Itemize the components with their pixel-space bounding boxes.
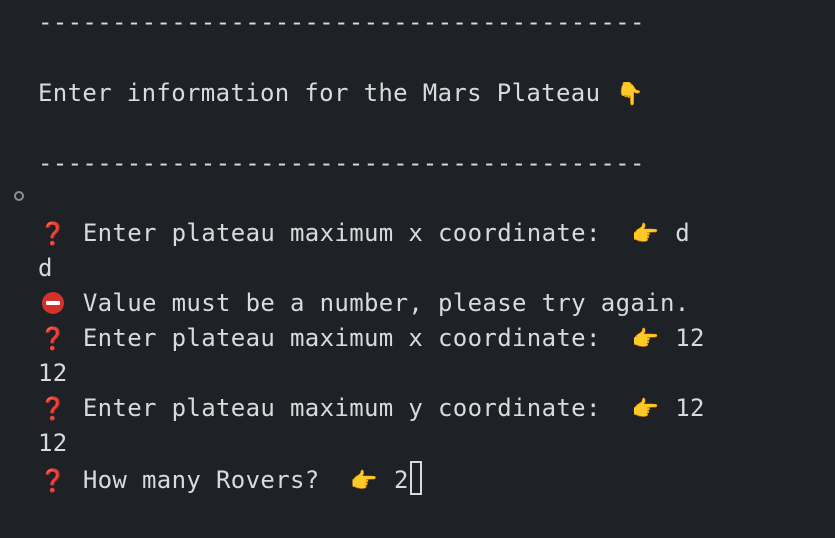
question-mark-icon: ❓ bbox=[39, 469, 67, 494]
separator-top: ----------------------------------------… bbox=[38, 8, 645, 36]
echo-line: 12 bbox=[38, 359, 68, 387]
question-mark-icon: ❓ bbox=[39, 397, 67, 422]
echo-line: d bbox=[38, 254, 53, 282]
prompt-text: How many Rovers? bbox=[82, 466, 320, 494]
rover-count-input[interactable]: 2 bbox=[394, 466, 409, 494]
prompt-marker-icon bbox=[14, 191, 24, 201]
text-cursor bbox=[409, 461, 422, 495]
heading-text: Enter information for the Mars Plateau bbox=[38, 79, 601, 107]
error-line: Value must be a number, please try again… bbox=[38, 286, 690, 321]
prompt-text: Enter plateau maximum y coordinate: bbox=[82, 394, 601, 422]
question-mark-icon: ❓ bbox=[39, 222, 67, 247]
question-mark-icon: ❓ bbox=[39, 327, 67, 352]
pointing-right-icon: 👉 bbox=[631, 222, 660, 247]
pointing-down-icon: 👇 bbox=[616, 82, 645, 107]
prompt-text: Enter plateau maximum x coordinate: bbox=[82, 219, 601, 247]
prompt-line: ❓ Enter plateau maximum y coordinate: 👉 … bbox=[38, 391, 705, 426]
prompt-answer: 12 bbox=[675, 394, 705, 422]
no-entry-icon bbox=[42, 292, 64, 314]
prompt-line[interactable]: ❓ How many Rovers? 👉 2 bbox=[38, 461, 422, 496]
prompt-line: ❓ Enter plateau maximum x coordinate: 👉 … bbox=[38, 216, 690, 251]
pointing-right-icon: 👉 bbox=[631, 397, 660, 422]
pointing-right-icon: 👉 bbox=[350, 469, 379, 494]
separator-bottom: ----------------------------------------… bbox=[38, 149, 645, 177]
prompt-answer: d bbox=[675, 219, 691, 247]
plateau-heading: Enter information for the Mars Plateau 👇 bbox=[38, 76, 645, 111]
pointing-right-icon: 👉 bbox=[631, 327, 660, 352]
prompt-line: ❓ Enter plateau maximum x coordinate: 👉 … bbox=[38, 321, 705, 356]
prompt-answer: 12 bbox=[675, 324, 705, 352]
prompt-text: Enter plateau maximum x coordinate: bbox=[82, 324, 601, 352]
error-text: Value must be a number, please try again… bbox=[82, 289, 690, 317]
echo-line: 12 bbox=[38, 429, 68, 457]
terminal-window[interactable]: ----------------------------------------… bbox=[0, 0, 835, 538]
